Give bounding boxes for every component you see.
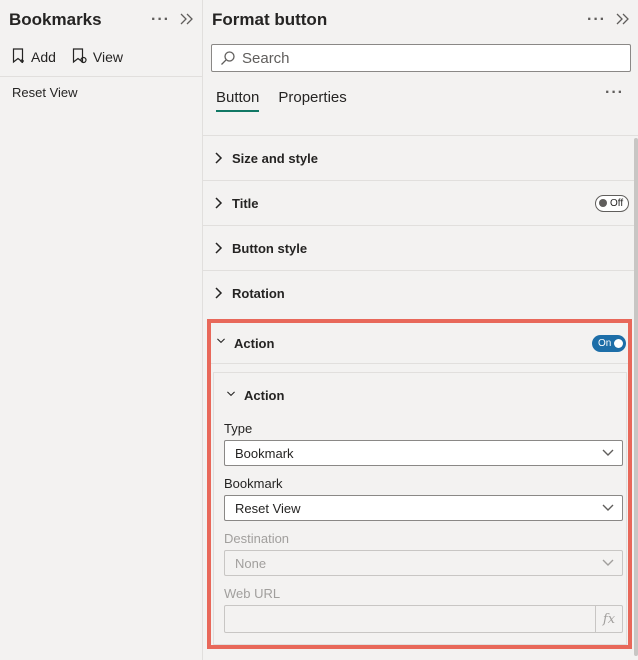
chevron-right-icon: [214, 151, 224, 165]
tab-properties[interactable]: Properties: [278, 81, 346, 112]
bookmark-dropdown[interactable]: Reset View: [224, 495, 623, 521]
title-toggle[interactable]: Off: [595, 194, 629, 212]
bookmarks-toolbar: Add View: [0, 40, 202, 68]
add-bookmark-icon: [12, 47, 26, 67]
bookmarks-header: Bookmarks ···: [0, 0, 202, 40]
chevron-down-icon: [601, 556, 615, 571]
toggle-knob: [599, 199, 607, 207]
more-icon[interactable]: ···: [605, 84, 624, 102]
weburl-label: Web URL: [224, 586, 281, 601]
search-input[interactable]: Search: [211, 44, 631, 72]
section-label: Rotation: [232, 285, 285, 301]
bookmark-value: Reset View: [235, 500, 301, 516]
toggle-label: Off: [610, 197, 624, 209]
destination-dropdown: None: [224, 550, 623, 576]
section-label: Action: [244, 388, 285, 403]
section-title[interactable]: Title Off: [203, 180, 638, 225]
view-button[interactable]: View: [72, 47, 124, 67]
format-sections: Size and style Title Off Button style Ro…: [203, 135, 638, 315]
expand-icon[interactable]: [616, 13, 630, 28]
bookmarks-pane: Bookmarks ··· Add View Reset View: [0, 0, 203, 660]
chevron-right-icon: [214, 241, 224, 255]
search-icon: [220, 50, 236, 66]
view-icon: [72, 47, 88, 67]
more-icon[interactable]: ···: [587, 12, 606, 28]
action-header[interactable]: Action On: [211, 323, 628, 364]
action-card-header[interactable]: Action: [214, 373, 626, 411]
bookmark-item[interactable]: Reset View: [0, 77, 202, 108]
section-button-style[interactable]: Button style: [203, 225, 638, 270]
chevron-right-icon: [214, 196, 224, 210]
format-title: Format button: [212, 10, 328, 29]
weburl-input: fx: [224, 605, 623, 633]
bookmarks-title: Bookmarks: [9, 10, 102, 29]
type-value: Bookmark: [235, 445, 294, 461]
format-pane: Format button ··· Search Button Properti…: [203, 0, 638, 660]
section-label: Size and style: [232, 150, 318, 166]
type-label: Type: [224, 421, 253, 436]
section-label: Title: [232, 195, 259, 211]
toggle-label: On: [598, 337, 612, 349]
section-size-and-style[interactable]: Size and style: [203, 135, 638, 180]
add-label: Add: [31, 49, 56, 65]
action-toggle[interactable]: On: [592, 334, 626, 352]
view-label: View: [92, 49, 124, 65]
tab-button[interactable]: Button: [216, 81, 260, 112]
section-rotation[interactable]: Rotation: [203, 270, 638, 315]
scrollbar[interactable]: [634, 138, 638, 656]
section-label: Button style: [232, 240, 308, 256]
destination-label: Destination: [224, 531, 290, 546]
add-bookmark-button[interactable]: Add: [12, 47, 56, 67]
chevron-down-icon: [226, 389, 236, 403]
expand-icon[interactable]: [180, 13, 194, 28]
chevron-right-icon: [214, 286, 224, 300]
format-header: Format button ···: [203, 0, 638, 40]
type-dropdown[interactable]: Bookmark: [224, 440, 623, 466]
fx-button: fx: [595, 606, 622, 632]
action-section: Action On Action Type Bookmark Bookmark …: [207, 319, 632, 649]
section-label: Action: [234, 335, 275, 351]
chevron-down-icon: [601, 446, 615, 461]
chevron-down-icon: [601, 501, 615, 516]
more-icon[interactable]: ···: [151, 12, 170, 28]
toggle-knob: [614, 338, 623, 348]
destination-value: None: [235, 555, 267, 571]
action-card: Action Type Bookmark Bookmark Reset View…: [213, 372, 627, 645]
format-tabs: Button Properties ···: [203, 72, 638, 112]
bookmark-label: Bookmark: [224, 476, 283, 491]
chevron-down-icon: [216, 336, 226, 350]
search-placeholder: Search: [242, 49, 290, 67]
